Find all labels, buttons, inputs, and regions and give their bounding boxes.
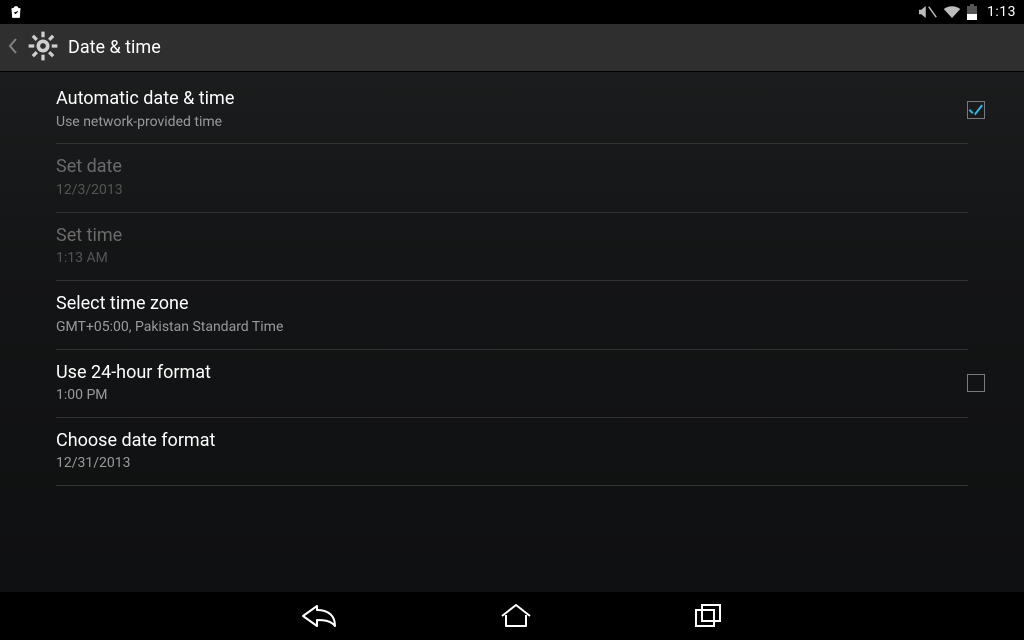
settings-row-date_format[interactable]: Choose date format12/31/2013: [0, 418, 1024, 485]
settings-row-set_time: Set time1:13 AM: [0, 213, 1024, 280]
system-nav-bar: [0, 592, 1024, 640]
settings-row-24h[interactable]: Use 24-hour format1:00 PM: [0, 350, 1024, 417]
system-status-bar: 1:13: [0, 0, 1024, 24]
settings-row-title: Choose date format: [56, 430, 900, 453]
gear-icon[interactable]: [28, 31, 58, 65]
vibrate-silent-icon: [919, 4, 937, 20]
page-title: Date & time: [68, 37, 161, 58]
settings-row-set_date: Set date 12/3/2013: [0, 144, 1024, 211]
settings-row-text: Set date 12/3/2013: [56, 156, 940, 199]
settings-row-subtitle: GMT+05:00, Pakistan Standard Time: [56, 318, 900, 337]
up-caret-icon[interactable]: [8, 38, 18, 58]
settings-row-text: Choose date format12/31/2013: [56, 430, 940, 473]
home-button[interactable]: [499, 602, 533, 630]
settings-row-text: Use 24-hour format1:00 PM: [56, 362, 940, 405]
battery-icon: [967, 4, 977, 20]
settings-row-timezone[interactable]: Select time zone GMT+05:00, Pakistan Stan…: [0, 281, 1024, 348]
settings-row-subtitle: 12/3/2013: [56, 181, 900, 200]
settings-row-title: Set time: [56, 225, 900, 248]
settings-row-subtitle: 1:00 PM: [56, 386, 900, 405]
shopping-bag-icon: [8, 4, 24, 20]
settings-row-title: Select time zone: [56, 293, 900, 316]
recent-apps-button[interactable]: [693, 602, 725, 630]
action-bar: Date & time: [0, 24, 1024, 72]
settings-row-text: Automatic date & time Use network-provide…: [56, 88, 940, 131]
checkbox-auto_datetime[interactable]: [967, 101, 985, 119]
settings-row-auto_datetime[interactable]: Automatic date & time Use network-provide…: [0, 76, 1024, 143]
divider: [56, 485, 968, 486]
settings-row-widget: [940, 101, 1012, 119]
settings-list: Automatic date & time Use network-provide…: [0, 72, 1024, 486]
settings-row-subtitle: 12/31/2013: [56, 454, 900, 473]
settings-row-widget: [940, 374, 1012, 392]
settings-row-subtitle: Use network-provided time: [56, 113, 900, 132]
back-button[interactable]: [299, 602, 339, 630]
wifi-icon: [943, 4, 961, 20]
settings-row-subtitle: 1:13 AM: [56, 249, 900, 268]
settings-row-title: Use 24-hour format: [56, 362, 900, 385]
checkbox-24h[interactable]: [967, 374, 985, 392]
status-clock: 1:13: [987, 4, 1016, 20]
settings-row-text: Select time zone GMT+05:00, Pakistan Stan…: [56, 293, 940, 336]
settings-row-title: Set date: [56, 156, 900, 179]
settings-row-text: Set time1:13 AM: [56, 225, 940, 268]
settings-row-title: Automatic date & time: [56, 88, 900, 111]
